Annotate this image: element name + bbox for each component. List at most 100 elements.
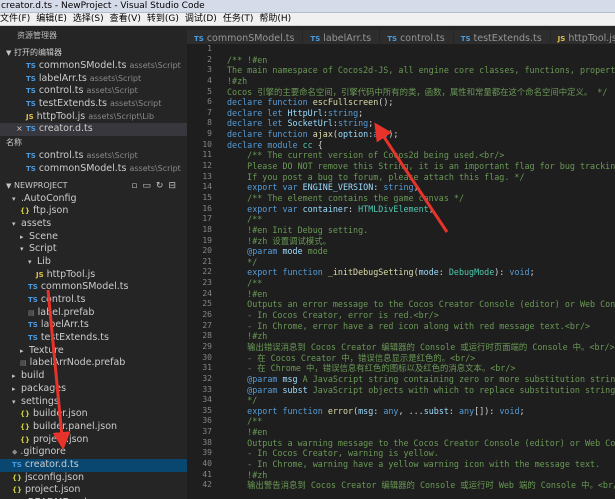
open-editor-item[interactable]: TS control.ts assets\Script bbox=[0, 150, 187, 163]
code-line[interactable]: /** bbox=[227, 416, 615, 427]
code-line[interactable]: !#en bbox=[227, 427, 615, 438]
open-editor-item[interactable]: × TS creator.d.ts bbox=[0, 123, 187, 137]
code-line[interactable]: /** bbox=[227, 214, 615, 225]
menu-item[interactable]: 任务(T) bbox=[220, 13, 257, 25]
code-line[interactable]: /** The element contains the game canvas… bbox=[227, 193, 615, 204]
code-line[interactable]: Outputs a warning message to the Cocos C… bbox=[227, 438, 615, 449]
tree-item[interactable]: ▾ Script bbox=[0, 243, 187, 256]
code-line[interactable]: declare function escFullscreen(); bbox=[227, 97, 615, 108]
tree-item[interactable]: TS testExtends.ts bbox=[0, 332, 187, 345]
code-line[interactable]: @param msg A JavaScript string containin… bbox=[227, 374, 615, 385]
code-line[interactable]: !#zh bbox=[227, 76, 615, 87]
code-line[interactable]: - In Cocos Creator, error is red.<br/> bbox=[227, 310, 615, 321]
code-line[interactable]: declare function ajax(option:any); bbox=[227, 129, 615, 140]
tab-testExtends-ts[interactable]: TS testExtends.ts bbox=[453, 30, 551, 44]
tree-item[interactable]: TS commonSModel.ts bbox=[0, 281, 187, 294]
code-line[interactable]: */ bbox=[227, 257, 615, 268]
code-line[interactable]: declare let SocketUrl:string; bbox=[227, 118, 615, 129]
code-line[interactable]: Outputs an error message to the Cocos Cr… bbox=[227, 299, 615, 310]
menu-item[interactable]: 查看(V) bbox=[107, 13, 144, 25]
code-line[interactable]: !#zh 设置调试模式。 bbox=[227, 236, 615, 247]
code-line[interactable]: @param mode mode bbox=[227, 246, 615, 257]
tree-item[interactable]: JS httpTool.js bbox=[0, 269, 187, 282]
tree-item[interactable]: ▾ Lib bbox=[0, 256, 187, 269]
tree-item[interactable]: ◆ .gitignore bbox=[0, 446, 187, 459]
code-editor[interactable]: 1 2 3 4 5 6 7 8 9 10 11 12 13 14 15 16 17 18 19 20 21 22 23 24 2… bbox=[187, 44, 615, 499]
open-editor-item[interactable]: TS control.ts assets\Script bbox=[0, 85, 187, 98]
code-line[interactable]: - 在 Chrome 中，错误信息有红色的图标以及红色的消息文本。<br/> bbox=[227, 363, 615, 374]
tree-item[interactable]: ▤ labelArrNode.prefab bbox=[0, 357, 187, 370]
menu-item[interactable]: 文件(F) bbox=[0, 13, 33, 25]
tree-item[interactable]: ▸ packages bbox=[0, 383, 187, 396]
code-line[interactable]: The main namespace of Cocos2d-JS, all en… bbox=[227, 65, 615, 76]
code-line[interactable]: !#en Init Debug setting. bbox=[227, 225, 615, 236]
code-line[interactable]: !#zh bbox=[227, 470, 615, 481]
menu-item[interactable]: 转到(G) bbox=[144, 13, 182, 25]
tab-httpTool-js[interactable]: JS httpTool.js bbox=[550, 30, 615, 44]
code-line[interactable] bbox=[227, 44, 615, 55]
code-line[interactable]: - In Chrome, error have a red icon along… bbox=[227, 321, 615, 332]
code-line[interactable]: 输出错误消息到 Cocos Creator 编辑器的 Console 或运行时页… bbox=[227, 342, 615, 353]
tree-item[interactable]: {} project.json bbox=[0, 484, 187, 497]
tree-item[interactable]: TS control.ts bbox=[0, 294, 187, 307]
code-line[interactable]: */ bbox=[227, 395, 615, 406]
open-editor-item[interactable]: JS httpTool.js assets\Script\Lib bbox=[0, 111, 187, 124]
tree-item[interactable]: ▾ assets bbox=[0, 218, 187, 231]
open-editor-item[interactable]: TS commonSModel.ts assets\Script bbox=[0, 163, 187, 176]
group-header: 名称 bbox=[6, 138, 22, 148]
code-line[interactable]: Cocos 引擎的主要命名空间，引擎代码中所有的类，函数，属性和常量都在这个命名… bbox=[227, 87, 615, 98]
open-editor-item[interactable]: TS commonSModel.ts assets\Script bbox=[0, 60, 187, 73]
code-line[interactable]: export var ENGINE_VERSION: string; bbox=[227, 182, 615, 193]
menu-item[interactable]: 选择(S) bbox=[70, 13, 107, 25]
tree-item[interactable]: {} builder.panel.json bbox=[0, 421, 187, 434]
tree-item[interactable]: {} jsconfig.json bbox=[0, 472, 187, 485]
code-line[interactable]: - 在 Cocos Creator 中，错误信息显示是红色的。<br/> bbox=[227, 353, 615, 364]
tree-item[interactable]: TS creator.d.ts bbox=[0, 458, 187, 472]
code-line[interactable]: - In Cocos Creator, warning is yellow. bbox=[227, 448, 615, 459]
code-line[interactable]: /** The current version of Cocos2d being… bbox=[227, 150, 615, 161]
tree-item[interactable]: ▤ label.prefab bbox=[0, 307, 187, 320]
code-line[interactable]: export var container: HTMLDivElement; bbox=[227, 204, 615, 215]
tree-item[interactable]: {} ftp.json bbox=[0, 205, 187, 218]
open-editors-header[interactable]: ▼ 打开的编辑器 bbox=[0, 46, 187, 60]
tree-item[interactable]: ▸ Scene bbox=[0, 231, 187, 244]
tree-item[interactable]: ▸ build bbox=[0, 370, 187, 383]
file-path: assets\Script bbox=[86, 86, 138, 96]
code-line[interactable]: 输出警告消息到 Cocos Creator 编辑器的 Console 或运行时 … bbox=[227, 480, 615, 491]
tab-control-ts[interactable]: TS control.ts bbox=[380, 30, 454, 44]
code-token: A JavaScript string containing zero or m… bbox=[297, 373, 615, 384]
tree-item[interactable]: {} builder.json bbox=[0, 408, 187, 421]
code-line[interactable]: /** !#en bbox=[227, 55, 615, 66]
tree-item[interactable]: ▾ .AutoConfig bbox=[0, 193, 187, 206]
code-line[interactable]: Please DO NOT remove this String, it is … bbox=[227, 161, 615, 172]
new-folder-icon[interactable]: ▭ bbox=[142, 181, 156, 191]
refresh-icon[interactable]: ↻ bbox=[156, 181, 169, 191]
tree-item[interactable]: {} project.json bbox=[0, 434, 187, 447]
tree-item[interactable]: TS labelArr.ts bbox=[0, 319, 187, 332]
collapse-icon[interactable]: ⊟ bbox=[168, 181, 181, 191]
code-line[interactable]: - In Chrome, warning have a yellow warni… bbox=[227, 459, 615, 470]
menu-item[interactable]: 调试(D) bbox=[182, 13, 220, 25]
new-file-icon[interactable]: ▫ bbox=[131, 181, 142, 191]
tab-commonSModel-ts[interactable]: TS commonSModel.ts bbox=[187, 30, 304, 44]
tree-item[interactable]: ▾ settings bbox=[0, 396, 187, 409]
code-line[interactable]: declare module cc { bbox=[227, 140, 615, 151]
code-line[interactable]: !#en bbox=[227, 289, 615, 300]
code-line[interactable]: export function _initDebugSetting(mode: … bbox=[227, 267, 615, 278]
tree-item[interactable]: ▸ Texture bbox=[0, 345, 187, 358]
line-number: 37 bbox=[202, 427, 212, 437]
open-editor-item[interactable]: TS testExtends.ts assets\Script bbox=[0, 98, 187, 111]
tab-labelArr-ts[interactable]: TS labelArr.ts bbox=[303, 30, 381, 44]
code-line[interactable]: @param subst JavaScript objects with whi… bbox=[227, 385, 615, 396]
code-line[interactable]: export function error(msg: any, ...subst… bbox=[227, 406, 615, 417]
code-line[interactable]: !#zh bbox=[227, 331, 615, 342]
menu-item[interactable]: 帮助(H) bbox=[256, 13, 294, 25]
code-line[interactable]: If you post a bug to forum, please attac… bbox=[227, 172, 615, 183]
close-icon[interactable]: × bbox=[16, 123, 26, 136]
code-content[interactable]: /** !#en The main namespace of Cocos2d-JS… bbox=[227, 44, 615, 491]
open-editor-item[interactable]: TS labelArr.ts assets\Script bbox=[0, 73, 187, 86]
project-header[interactable]: ▼ NEWPROJECT ▫▭↻⊟ bbox=[0, 179, 187, 193]
code-line[interactable]: /** bbox=[227, 278, 615, 289]
code-line[interactable]: declare let HttpUrl:string; bbox=[227, 108, 615, 119]
menu-item[interactable]: 编辑(E) bbox=[33, 13, 70, 25]
